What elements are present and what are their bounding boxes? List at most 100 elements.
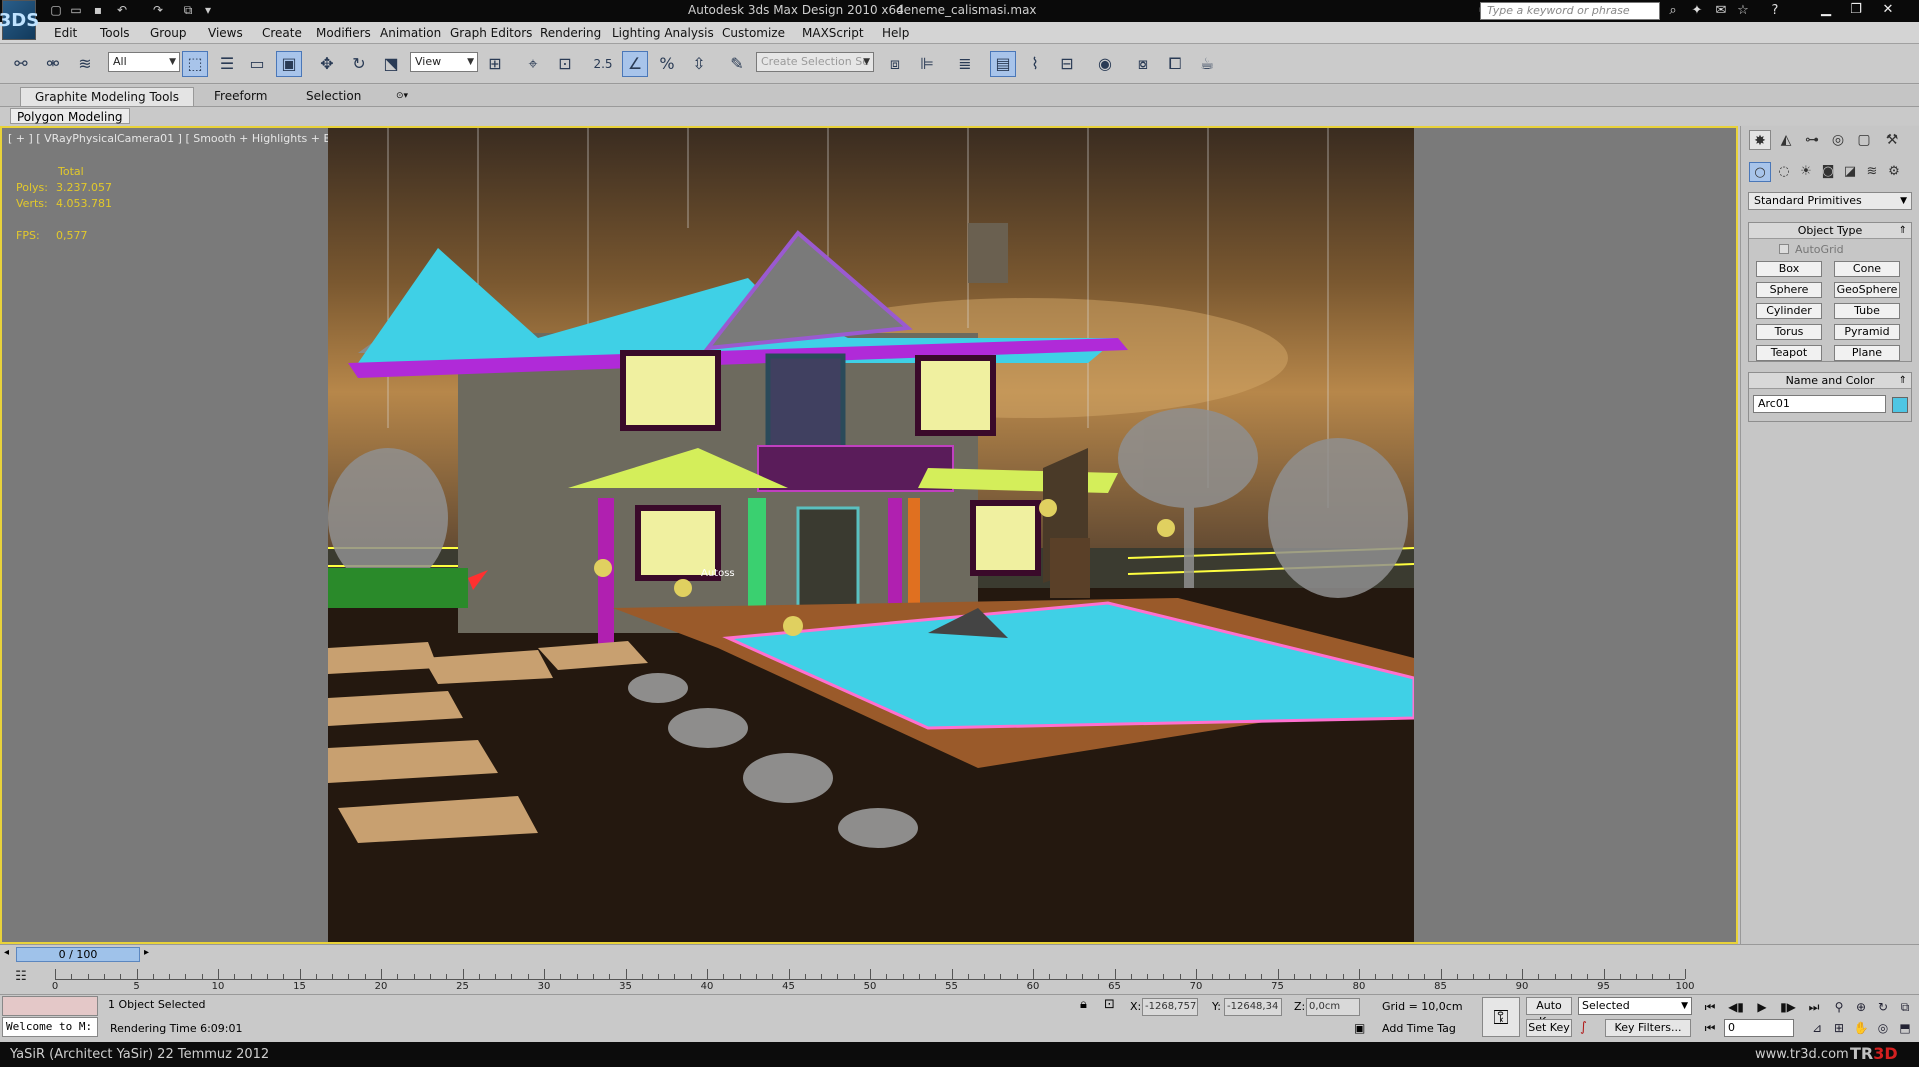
orbit-camera-icon[interactable]: ↻	[1874, 998, 1892, 1016]
set-key-button[interactable]: Set Key	[1526, 1019, 1572, 1037]
key-mode-toggle-icon[interactable]: ⏮	[1700, 1019, 1720, 1037]
select-by-name-icon[interactable]: ☰	[214, 51, 240, 77]
object-color-swatch[interactable]	[1892, 397, 1908, 413]
named-selection-set-dropdown[interactable]: Create Selection Se ▼	[756, 52, 874, 72]
key-filters-button[interactable]: Key Filters...	[1605, 1019, 1691, 1037]
tab-selection[interactable]: Selection	[292, 87, 375, 106]
y-coordinate-field[interactable]: -12648,34	[1224, 998, 1282, 1016]
select-and-scale-icon[interactable]: ⬔	[378, 51, 404, 77]
edit-named-selection-icon[interactable]: ✎	[724, 51, 750, 77]
tube-button[interactable]: Tube	[1834, 303, 1900, 319]
sphere-button[interactable]: Sphere	[1756, 282, 1822, 298]
open-file-icon[interactable]: ▭	[68, 3, 84, 18]
snaps-toggle-icon[interactable]: 2.5	[590, 51, 616, 77]
menu-edit[interactable]: Edit	[54, 26, 77, 40]
help-icon[interactable]: ?	[1766, 2, 1784, 20]
pan-hand-icon[interactable]: ✋	[1852, 1019, 1870, 1037]
menu-group[interactable]: Group	[150, 26, 187, 40]
menu-lighting-analysis[interactable]: Lighting Analysis	[612, 26, 714, 40]
selection-filter-dropdown[interactable]: All ▼	[108, 52, 180, 72]
x-coordinate-field[interactable]: -1268,757	[1142, 998, 1198, 1016]
object-category-dropdown[interactable]: Standard Primitives ▼	[1748, 192, 1912, 210]
window-crossing-icon[interactable]: ▣	[276, 51, 302, 77]
trackbar-ruler[interactable]: 0 5 10 15 20 25 30 35 40 45 50 55 60 65 70 75 80 85 90 95 10…	[52, 966, 1695, 992]
new-file-icon[interactable]: ▢	[48, 3, 64, 18]
maximize-viewport-icon[interactable]: ⧉	[1896, 998, 1914, 1016]
pivot-center-icon[interactable]: ⊞	[482, 51, 508, 77]
previous-frame-icon[interactable]: ◀▮	[1726, 998, 1746, 1016]
render-setup-icon[interactable]: ⧇	[1130, 51, 1156, 77]
mini-curve-editor-icon[interactable]: ☷	[10, 967, 32, 987]
time-slider[interactable]: ◂ 0 / 100 ▸	[0, 944, 1919, 964]
curve-editor-icon[interactable]: ⌇	[1022, 51, 1048, 77]
menu-graph-editors[interactable]: Graph Editors	[450, 26, 532, 40]
go-to-start-icon[interactable]: ⏮	[1700, 998, 1720, 1016]
menu-help[interactable]: Help	[882, 26, 909, 40]
favorites-star-icon[interactable]: ☆	[1734, 2, 1752, 20]
align-icon[interactable]: ⊫	[914, 51, 940, 77]
tab-graphite-modeling-tools[interactable]: Graphite Modeling Tools	[20, 87, 195, 106]
select-object-icon[interactable]: ⬚	[182, 51, 208, 77]
reference-coordinate-dropdown[interactable]: View ▼	[410, 52, 478, 72]
scene-render[interactable]: Autoss	[328, 128, 1414, 942]
undo-icon[interactable]: ↶	[114, 3, 130, 18]
lights-icon[interactable]: ☀	[1795, 162, 1817, 182]
systems-icon[interactable]: ⚙	[1883, 162, 1905, 182]
menu-maxscript[interactable]: MAXScript	[802, 26, 864, 40]
maxscript-mini-listener[interactable]: Welcome to M:	[2, 1017, 98, 1037]
autogrid-checkbox[interactable]: AutoGrid	[1779, 243, 1844, 256]
schematic-view-icon[interactable]: ⊟	[1054, 51, 1080, 77]
set-keys-key-icon[interactable]: ⚿	[1482, 997, 1520, 1037]
plane-button[interactable]: Plane	[1834, 345, 1900, 361]
infocenter-search-input[interactable]: Type a keyword or phrase	[1480, 2, 1660, 20]
mirror-icon[interactable]: ⧈	[882, 51, 908, 77]
key-mode-dropdown[interactable]: Selected ▼	[1578, 997, 1692, 1015]
geometry-icon[interactable]: ○	[1749, 162, 1771, 182]
menu-animation[interactable]: Animation	[380, 26, 441, 40]
select-and-link-icon[interactable]: ⚯	[8, 51, 34, 77]
field-of-view-icon[interactable]: ⊿	[1808, 1019, 1826, 1037]
spinner-snap-icon[interactable]: ⇳	[686, 51, 712, 77]
subscription-icon[interactable]: ✦	[1688, 2, 1706, 20]
cylinder-button[interactable]: Cylinder	[1756, 303, 1822, 319]
select-and-rotate-icon[interactable]: ↻	[346, 51, 372, 77]
trackbar[interactable]: ☷ 0 5 10 15 20 25 30 35 40 45 50 55 60 65 70 75 80 85 90 95…	[0, 964, 1919, 994]
redo-icon[interactable]: ↷	[150, 3, 166, 18]
website-link[interactable]: www.tr3d.com	[1755, 1047, 1849, 1062]
play-icon[interactable]: ▶	[1752, 998, 1772, 1016]
ribbon-options-icon[interactable]: ⊙▾	[392, 87, 412, 106]
unlink-selection-icon[interactable]: ⚮	[40, 51, 66, 77]
current-frame-field[interactable]: 0	[1724, 1019, 1794, 1037]
angle-snap-icon[interactable]: ∠	[622, 51, 648, 77]
material-editor-icon[interactable]: ◉	[1092, 51, 1118, 77]
minimize-button[interactable]: ▁	[1812, 0, 1840, 20]
maximize-button[interactable]: ❐	[1842, 0, 1870, 20]
bind-to-space-warp-icon[interactable]: ≋	[72, 51, 98, 77]
menu-modifiers[interactable]: Modifiers	[316, 26, 371, 40]
torus-button[interactable]: Torus	[1756, 324, 1822, 340]
slider-next-icon[interactable]: ▸	[144, 947, 149, 958]
project-folder-icon[interactable]: ⧉	[180, 3, 196, 18]
name-and-color-header[interactable]: Name and Color ⇑	[1749, 373, 1911, 389]
shapes-icon[interactable]: ◌	[1773, 162, 1795, 182]
select-and-manipulate-icon[interactable]: ⌖	[520, 51, 546, 77]
pyramid-button[interactable]: Pyramid	[1834, 324, 1900, 340]
z-coordinate-field[interactable]: 0,0cm	[1306, 998, 1360, 1016]
helpers-icon[interactable]: ◪	[1839, 162, 1861, 182]
next-frame-icon[interactable]: ▮▶	[1778, 998, 1798, 1016]
geosphere-button[interactable]: GeoSphere	[1834, 282, 1900, 298]
cameras-icon[interactable]: ◙	[1817, 162, 1839, 182]
teapot-button[interactable]: Teapot	[1756, 345, 1822, 361]
menu-customize[interactable]: Customize	[722, 26, 785, 40]
object-type-header[interactable]: Object Type ⇑	[1749, 223, 1911, 239]
utilities-tab-icon[interactable]: ⚒	[1881, 130, 1903, 150]
rectangular-selection-icon[interactable]: ▭	[244, 51, 270, 77]
keyboard-shortcut-override-icon[interactable]: ⊡	[552, 51, 578, 77]
communication-icon[interactable]: ✉	[1712, 2, 1730, 20]
camera-viewport[interactable]: [ + ] [ VRayPhysicalCamera01 ] [ Smooth …	[0, 126, 1738, 944]
space-warps-icon[interactable]: ≋	[1861, 162, 1883, 182]
percent-snap-icon[interactable]: %	[654, 51, 680, 77]
close-button[interactable]: ✕	[1874, 0, 1902, 20]
motion-tab-icon[interactable]: ◎	[1827, 130, 1849, 150]
quick-access-dropdown-icon[interactable]: ▾	[200, 3, 216, 18]
